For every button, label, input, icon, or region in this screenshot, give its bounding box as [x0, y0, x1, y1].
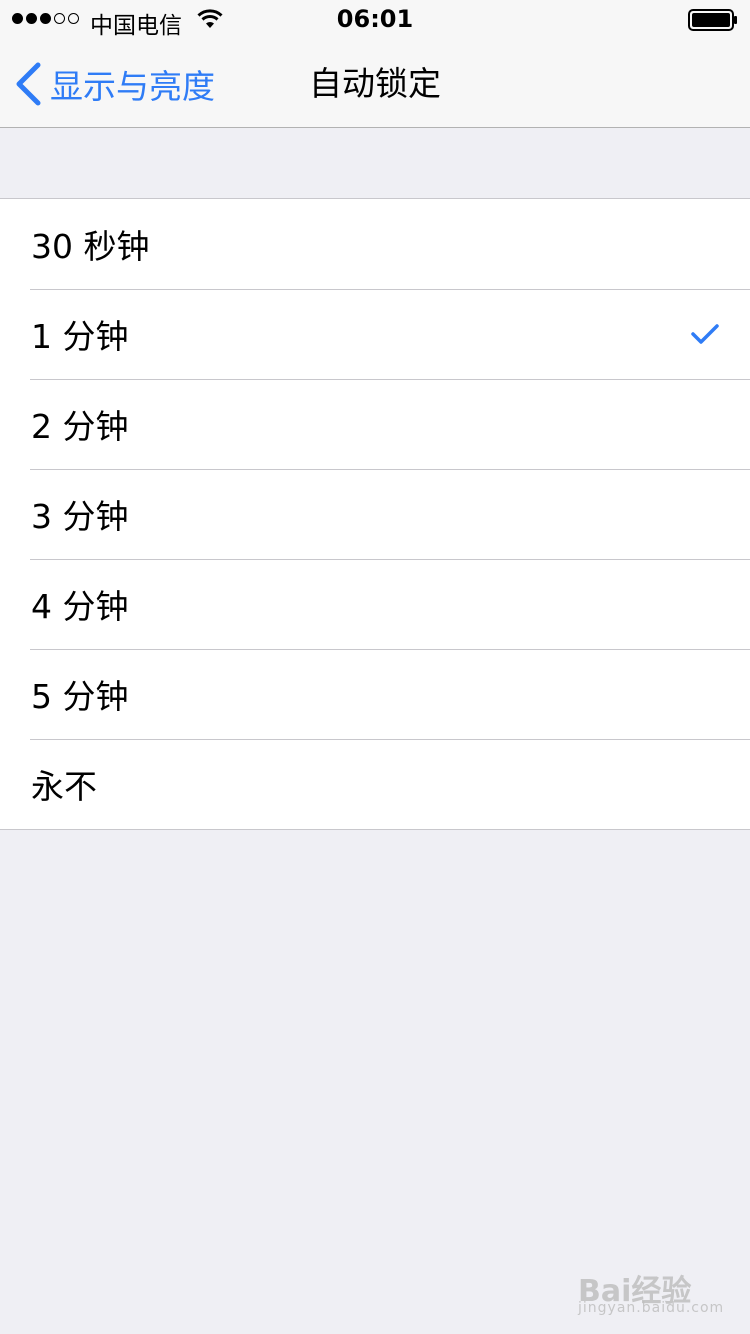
- option-label: 1 分钟: [31, 317, 129, 356]
- option-label: 5 分钟: [31, 677, 129, 716]
- battery-icon: [688, 9, 737, 31]
- navigation-bar: 显示与亮度 自动锁定: [0, 40, 750, 128]
- option-never[interactable]: 永不: [0, 739, 750, 829]
- option-label: 3 分钟: [31, 497, 129, 536]
- option-label: 2 分钟: [31, 407, 129, 446]
- watermark: Bai经验 jingyan.baidu.com: [578, 1262, 728, 1322]
- option-30-seconds[interactable]: 30 秒钟: [0, 199, 750, 289]
- option-label: 4 分钟: [31, 587, 129, 626]
- chevron-left-icon: [16, 62, 41, 106]
- status-bar: 中国电信 06:01: [0, 0, 750, 40]
- option-label: 永不: [31, 767, 97, 806]
- back-button[interactable]: 显示与亮度: [14, 40, 215, 128]
- auto-lock-options: 30 秒钟 1 分钟 2 分钟 3 分钟 4 分钟 5 分钟 永不: [0, 198, 750, 830]
- option-1-minute[interactable]: 1 分钟: [0, 289, 750, 379]
- option-5-minutes[interactable]: 5 分钟: [0, 649, 750, 739]
- checkmark-icon: [691, 324, 719, 344]
- status-time: 06:01: [336, 5, 414, 33]
- back-button-label: 显示与亮度: [50, 67, 215, 106]
- watermark-url: jingyan.baidu.com: [578, 1300, 725, 1316]
- option-2-minutes[interactable]: 2 分钟: [0, 379, 750, 469]
- option-4-minutes[interactable]: 4 分钟: [0, 559, 750, 649]
- option-3-minutes[interactable]: 3 分钟: [0, 469, 750, 559]
- option-label: 30 秒钟: [31, 227, 150, 266]
